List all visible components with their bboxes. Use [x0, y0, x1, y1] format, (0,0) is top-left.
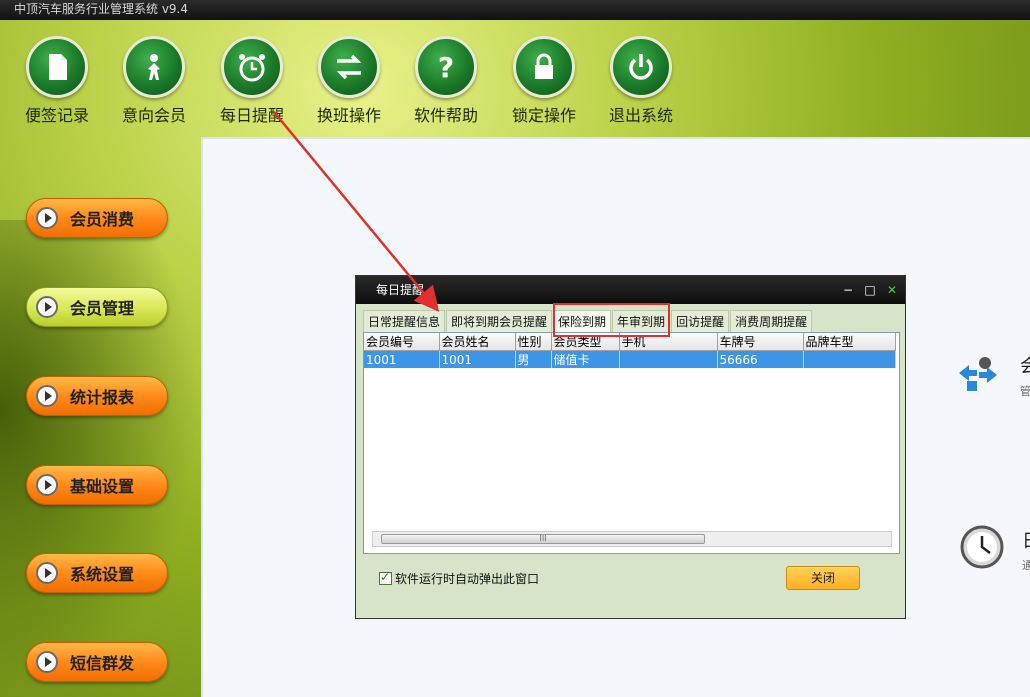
play-icon: [36, 296, 58, 318]
svg-text:?: ?: [438, 51, 454, 84]
person-icon: [123, 36, 185, 98]
play-icon: [36, 385, 58, 407]
column-header[interactable]: 会员姓名: [439, 333, 516, 351]
feature-title: 会: [1020, 356, 1030, 377]
toolbar-label: 意向会员: [121, 106, 186, 125]
highlight-box: [553, 303, 670, 337]
toolbar-label: 换班操作: [316, 106, 381, 125]
toolbar-label: 每日提醒: [219, 106, 284, 125]
sidebar-statistics-report[interactable]: 统计报表: [26, 376, 168, 416]
toolbar-help-button[interactable]: ? 软件帮助: [401, 36, 491, 126]
sidebar-system-settings[interactable]: 系统设置: [26, 553, 168, 593]
lock-icon: [513, 36, 575, 98]
cell: 1001: [364, 350, 440, 368]
sidebar-basic-settings[interactable]: 基础设置: [26, 465, 168, 505]
dialog-title-bar[interactable]: 每日提醒 − □ ✕: [356, 276, 905, 304]
close-icon[interactable]: ✕: [885, 276, 899, 304]
auto-popup-checkbox[interactable]: 软件运行时自动弹出此窗口: [379, 570, 539, 587]
sidebar-member-consumption[interactable]: 会员消费: [26, 198, 168, 238]
scrollbar-thumb[interactable]: III: [381, 534, 705, 544]
alarm-clock-icon: [221, 36, 283, 98]
table-row[interactable]: 1001 1001 男 储值卡 56666: [364, 350, 896, 368]
tab-follow-up[interactable]: 回访提醒: [671, 310, 730, 332]
feature-subtitle: 通: [1022, 559, 1030, 572]
play-icon: [36, 474, 58, 496]
clock-icon[interactable]: [959, 524, 1005, 570]
column-header[interactable]: 会员编号: [364, 333, 440, 351]
column-header[interactable]: 性别: [515, 333, 552, 351]
toolbar-shift-change-button[interactable]: 换班操作: [304, 36, 394, 126]
note-icon: [26, 36, 88, 98]
play-icon: [36, 651, 58, 673]
app-title: 中顶汽车服务行业管理系统 v9.4: [14, 2, 189, 16]
cell: 储值卡: [551, 350, 620, 368]
cell: [803, 350, 896, 368]
play-icon: [36, 562, 58, 584]
dialog-title: 每日提醒: [376, 283, 425, 297]
feature-title: 日: [1022, 527, 1030, 553]
tab-daily-info[interactable]: 日常提醒信息: [363, 310, 446, 332]
sidebar-label: 基础设置: [70, 477, 135, 496]
toolbar-label: 软件帮助: [413, 106, 478, 125]
close-button[interactable]: 关闭: [786, 566, 860, 590]
app-title-bar: 中顶汽车服务行业管理系统 v9.4: [0, 0, 1030, 20]
sidebar-label: 统计报表: [70, 388, 135, 407]
sidebar-label: 会员管理: [70, 299, 135, 318]
question-icon: ?: [415, 36, 477, 98]
swap-arrows-icon: [318, 36, 380, 98]
toolbar-daily-reminder-button[interactable]: 每日提醒: [207, 36, 297, 126]
checkbox-box[interactable]: [379, 570, 392, 585]
toolbar-exit-button[interactable]: 退出系统: [596, 36, 686, 126]
toolbar-prospect-button[interactable]: 意向会员: [109, 36, 199, 126]
sidebar-label: 系统设置: [70, 565, 135, 584]
reminder-table[interactable]: 会员编号 会员姓名 性别 会员类型 手机 车牌号 品牌车型 1001 1001 …: [363, 332, 900, 554]
tab-consumption-cycle[interactable]: 消费周期提醒: [730, 310, 813, 332]
members-icon[interactable]: [955, 353, 1001, 395]
toolbar-lock-button[interactable]: 锁定操作: [499, 36, 589, 126]
column-header[interactable]: 车牌号: [717, 333, 804, 351]
tab-expiring-members[interactable]: 即将到期会员提醒: [446, 310, 553, 332]
toolbar-note-button[interactable]: 便签记录: [12, 36, 102, 126]
checkbox-label: 软件运行时自动弹出此窗口: [395, 572, 540, 586]
sidebar-label: 会员消费: [70, 210, 135, 229]
minimize-icon[interactable]: −: [841, 276, 855, 304]
cell: 56666: [717, 350, 804, 368]
cell: 男: [515, 350, 552, 368]
power-icon: [610, 36, 672, 98]
toolbar-label: 便签记录: [24, 106, 89, 125]
horizontal-scrollbar[interactable]: III: [372, 531, 892, 547]
sidebar-member-management[interactable]: 会员管理: [26, 287, 168, 327]
feature-subtitle: 管: [1020, 385, 1030, 398]
toolbar-label: 锁定操作: [511, 106, 576, 125]
maximize-icon[interactable]: □: [863, 276, 877, 304]
cell: [619, 350, 718, 368]
sidebar-label: 短信群发: [70, 654, 135, 673]
cell: 1001: [439, 350, 516, 368]
sidebar-sms-broadcast[interactable]: 短信群发: [26, 642, 168, 682]
toolbar-label: 退出系统: [608, 106, 673, 125]
play-icon: [36, 207, 58, 229]
column-header[interactable]: 品牌车型: [803, 333, 896, 351]
